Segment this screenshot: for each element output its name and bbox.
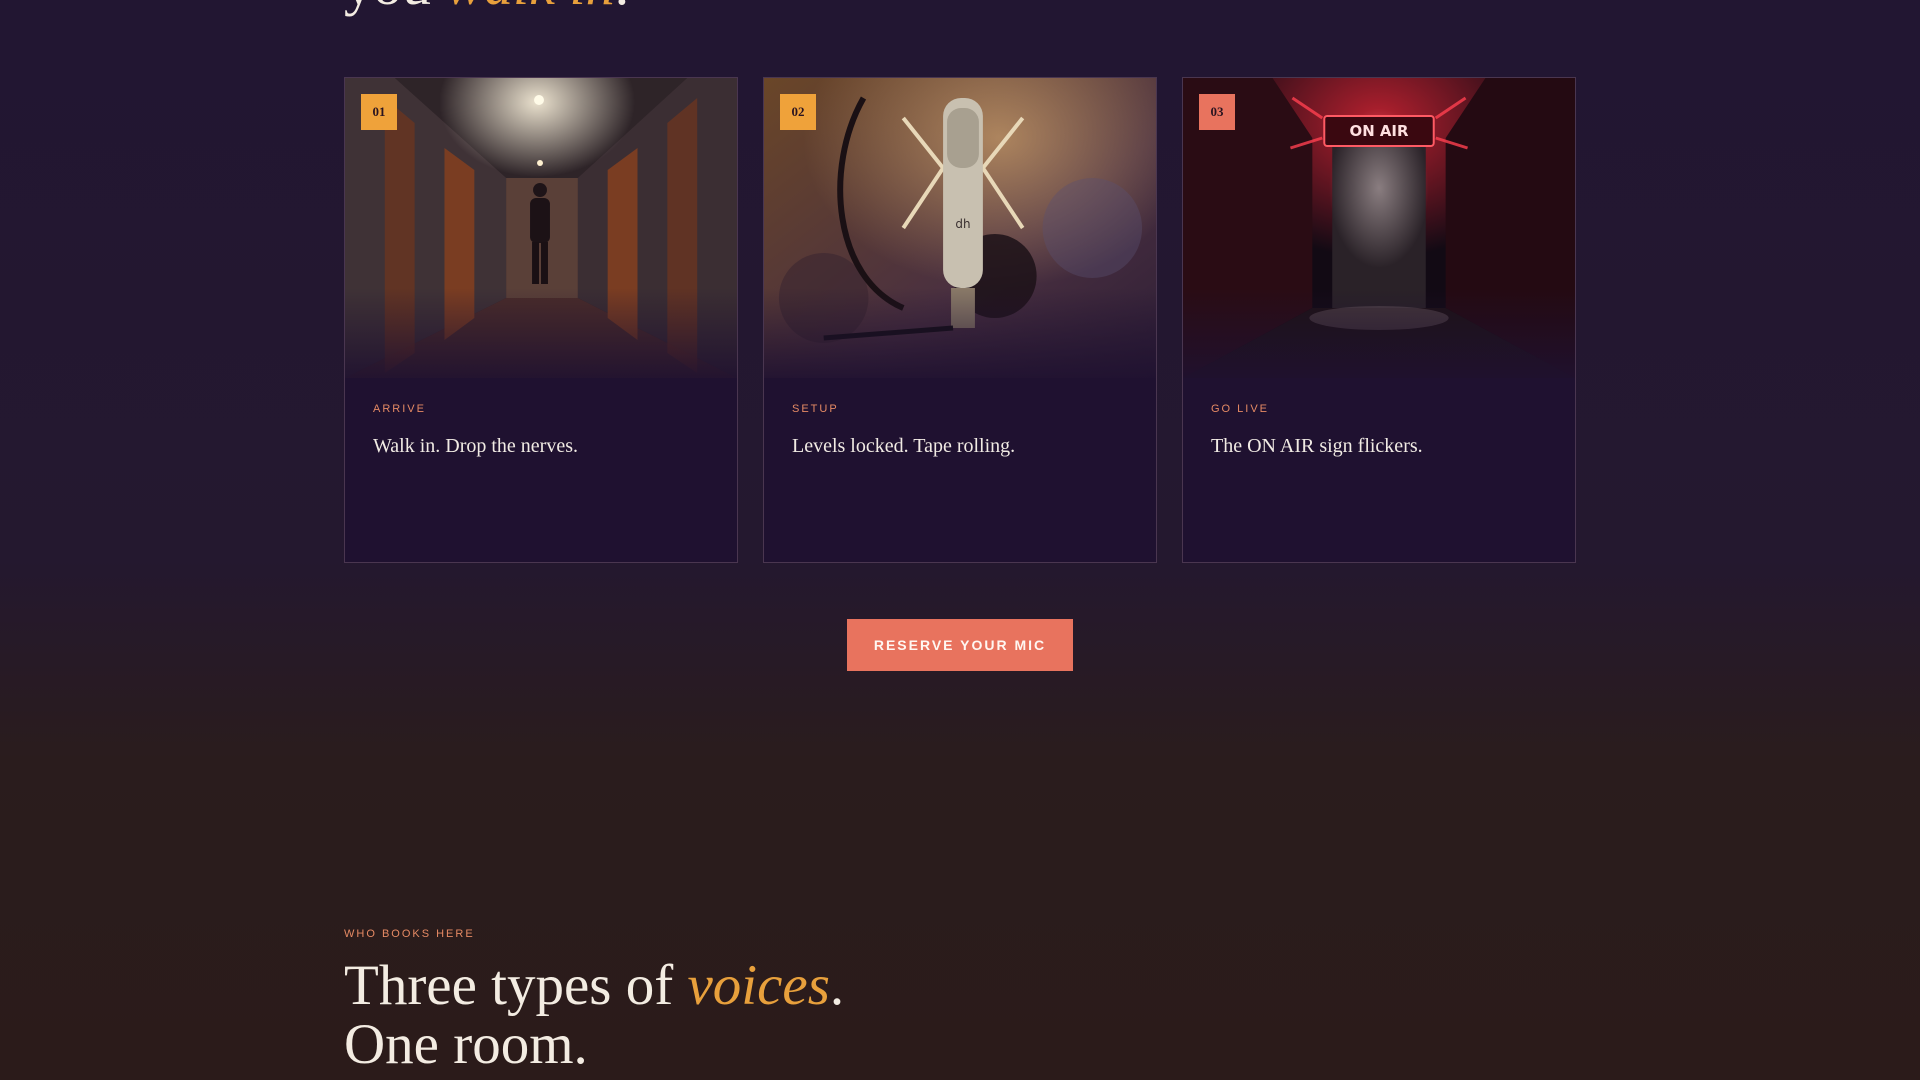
heading-accent: walk in [446,0,615,17]
step-card-arrive: 01 ARRIVE Walk in. Drop the nerves. [344,77,738,563]
step-card-setup: dh 02 SETUP Levels locked. Tape rolling. [763,77,1157,563]
section-eyebrow: WHO BOOKS HERE [344,928,475,940]
step-label: ARRIVE [373,403,426,415]
on-air-sign-text: ON AIR [1350,122,1409,140]
step-number-badge: 01 [361,94,397,130]
title-line-2: One room. [344,1013,588,1076]
step-number-badge: 02 [780,94,816,130]
previous-section-heading: you walk in. [344,0,629,14]
title-prefix: Three types of [344,954,688,1017]
title-accent: voices [687,954,830,1017]
steps-cards: 01 ARRIVE Walk in. Drop the nerves. dh 0… [344,77,1576,563]
step-card-go-live: ON AIR 03 GO LIVE The ON AIR sign flicke… [1182,77,1576,563]
step-description: Walk in. Drop the nerves. [373,435,578,457]
title-suffix: . [829,954,845,1017]
heading-suffix: . [615,0,630,17]
step-description: The ON AIR sign flickers. [1211,435,1423,457]
step-description: Levels locked. Tape rolling. [792,435,1016,457]
step-label: GO LIVE [1211,403,1270,415]
section-title: Three types of voices. One room. [344,956,844,1074]
step-number-badge: 03 [1199,94,1235,130]
reserve-mic-button[interactable]: RESERVE YOUR MIC [847,619,1073,671]
heading-prefix: you [344,0,446,17]
step-label: SETUP [792,403,839,415]
svg-text:dh: dh [955,217,970,231]
